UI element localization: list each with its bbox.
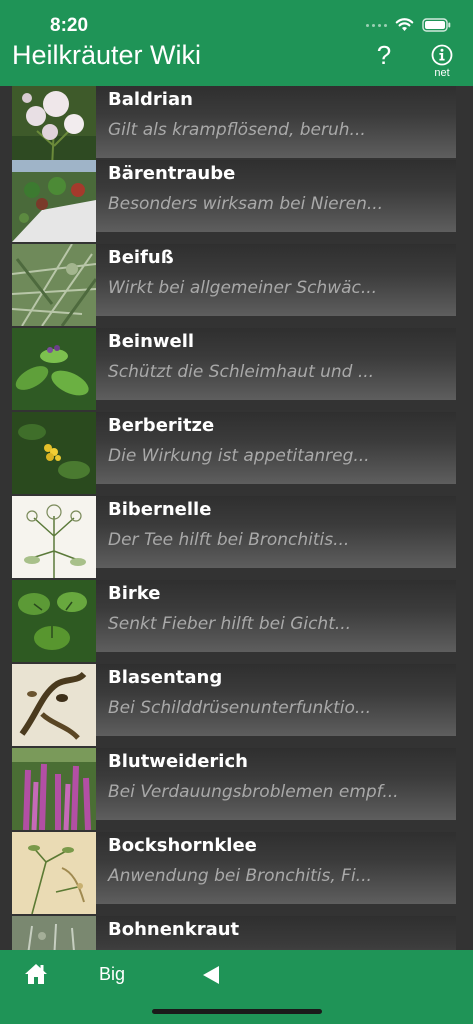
plant-name: Bibernelle: [108, 499, 212, 520]
plant-thumbnail-bibernelle: [12, 496, 96, 578]
plant-row-bockshornklee[interactable]: Bockshornklee Anwendung bei Bronchitis, …: [12, 832, 456, 914]
help-button[interactable]: ?: [373, 40, 395, 71]
info-label: net: [434, 67, 450, 79]
plant-thumbnail-blasentang: [12, 664, 96, 746]
wifi-icon: [395, 18, 414, 32]
plant-name: Birke: [108, 583, 161, 604]
plant-cell: Berberitze Die Wirkung ist appetitanreg.…: [96, 412, 456, 484]
plant-cell: Bockshornklee Anwendung bei Bronchitis, …: [96, 832, 456, 904]
plant-row-baldrian[interactable]: Baldrian Gilt als krampflösend, beruh...: [12, 86, 456, 168]
cellular-signal-icon: [366, 23, 387, 27]
plant-name: Baldrian: [108, 89, 193, 110]
plant-description: Schützt die Schleimhaut und ...: [108, 362, 375, 382]
back-button[interactable]: [202, 965, 220, 989]
plant-row-baerentraube[interactable]: Bärentraube Besonders wirksam bei Nieren…: [12, 160, 456, 242]
battery-icon: [422, 18, 451, 32]
status-icons: [366, 18, 451, 32]
plant-cell: Beifuß Wirkt bei allgemeiner Schwäc...: [96, 244, 456, 316]
plant-thumbnail-beinwell: [12, 328, 96, 410]
plant-list[interactable]: Baldrian Gilt als krampflösend, beruh...…: [0, 86, 473, 950]
plant-thumbnail-bockshornklee: [12, 832, 96, 914]
plant-description: Wirkt bei allgemeiner Schwäc...: [108, 278, 378, 298]
plant-name: Bohnenkraut: [108, 919, 240, 940]
plant-name: Beifuß: [108, 247, 174, 268]
plant-row-beifuss[interactable]: Beifuß Wirkt bei allgemeiner Schwäc...: [12, 244, 456, 326]
plant-row-blutweiderich[interactable]: Blutweiderich Bei Verdauungsbroblemen em…: [12, 748, 456, 830]
plant-cell: Bohnenkraut: [96, 916, 456, 950]
plant-description: Die Wirkung ist appetitanreg...: [108, 446, 370, 466]
info-icon: [431, 44, 453, 66]
status-time: 8:20: [50, 15, 89, 36]
plant-description: Bei Verdauungsbroblemen empf...: [108, 782, 399, 802]
plant-cell: Blutweiderich Bei Verdauungsbroblemen em…: [96, 748, 456, 820]
plant-thumbnail-beifuss: [12, 244, 96, 326]
plant-thumbnail-birke: [12, 580, 96, 662]
plant-row-bibernelle[interactable]: Bibernelle Der Tee hilft bei Bronchitis.…: [12, 496, 456, 578]
plant-row-bohnenkraut[interactable]: Bohnenkraut: [12, 916, 456, 950]
back-triangle-icon: [203, 966, 219, 984]
plant-name: Berberitze: [108, 415, 215, 436]
plant-thumbnail-baldrian: [12, 86, 96, 168]
plant-cell: Baldrian Gilt als krampflösend, beruh...: [96, 86, 456, 158]
plant-row-berberitze[interactable]: Berberitze Die Wirkung ist appetitanreg.…: [12, 412, 456, 494]
plant-thumbnail-blutweiderich: [12, 748, 96, 830]
info-button[interactable]: net: [428, 44, 456, 79]
app-title: Heilkräuter Wiki: [12, 40, 202, 70]
plant-description: Der Tee hilft bei Bronchitis...: [108, 530, 350, 550]
plant-thumbnail-bohnenkraut: [12, 916, 96, 950]
plant-name: Bockshornklee: [108, 835, 257, 856]
plant-thumbnail-baerentraube: [12, 160, 96, 242]
top-bar: 8:20 Heilkräuter Wiki ? net: [0, 0, 473, 86]
plant-cell: Beinwell Schützt die Schleimhaut und ...: [96, 328, 456, 400]
home-icon: [25, 964, 47, 984]
plant-description: Besonders wirksam bei Nieren...: [108, 194, 384, 214]
plant-name: Beinwell: [108, 331, 195, 352]
plant-name: Bärentraube: [108, 163, 236, 184]
plant-cell: Bärentraube Besonders wirksam bei Nieren…: [96, 160, 456, 232]
plant-row-blasentang[interactable]: Blasentang Bei Schilddrüsenunterfunktio.…: [12, 664, 456, 746]
plant-cell: Bibernelle Der Tee hilft bei Bronchitis.…: [96, 496, 456, 568]
plant-row-birke[interactable]: Birke Senkt Fieber hilft bei Gicht...: [12, 580, 456, 662]
plant-thumbnail-berberitze: [12, 412, 96, 494]
plant-description: Gilt als krampflösend, beruh...: [108, 120, 366, 140]
home-button[interactable]: [24, 962, 48, 990]
plant-cell: Blasentang Bei Schilddrüsenunterfunktio.…: [96, 664, 456, 736]
plant-description: Bei Schilddrüsenunterfunktio...: [108, 698, 372, 718]
plant-name: Blutweiderich: [108, 751, 248, 772]
plant-name: Blasentang: [108, 667, 223, 688]
big-button[interactable]: Big: [99, 964, 125, 985]
plant-description: Senkt Fieber hilft bei Gicht...: [108, 614, 352, 634]
plant-cell: Birke Senkt Fieber hilft bei Gicht...: [96, 580, 456, 652]
plant-description: Anwendung bei Bronchitis, Fi...: [108, 866, 372, 886]
home-indicator[interactable]: [152, 1009, 322, 1014]
plant-row-beinwell[interactable]: Beinwell Schützt die Schleimhaut und ...: [12, 328, 456, 410]
